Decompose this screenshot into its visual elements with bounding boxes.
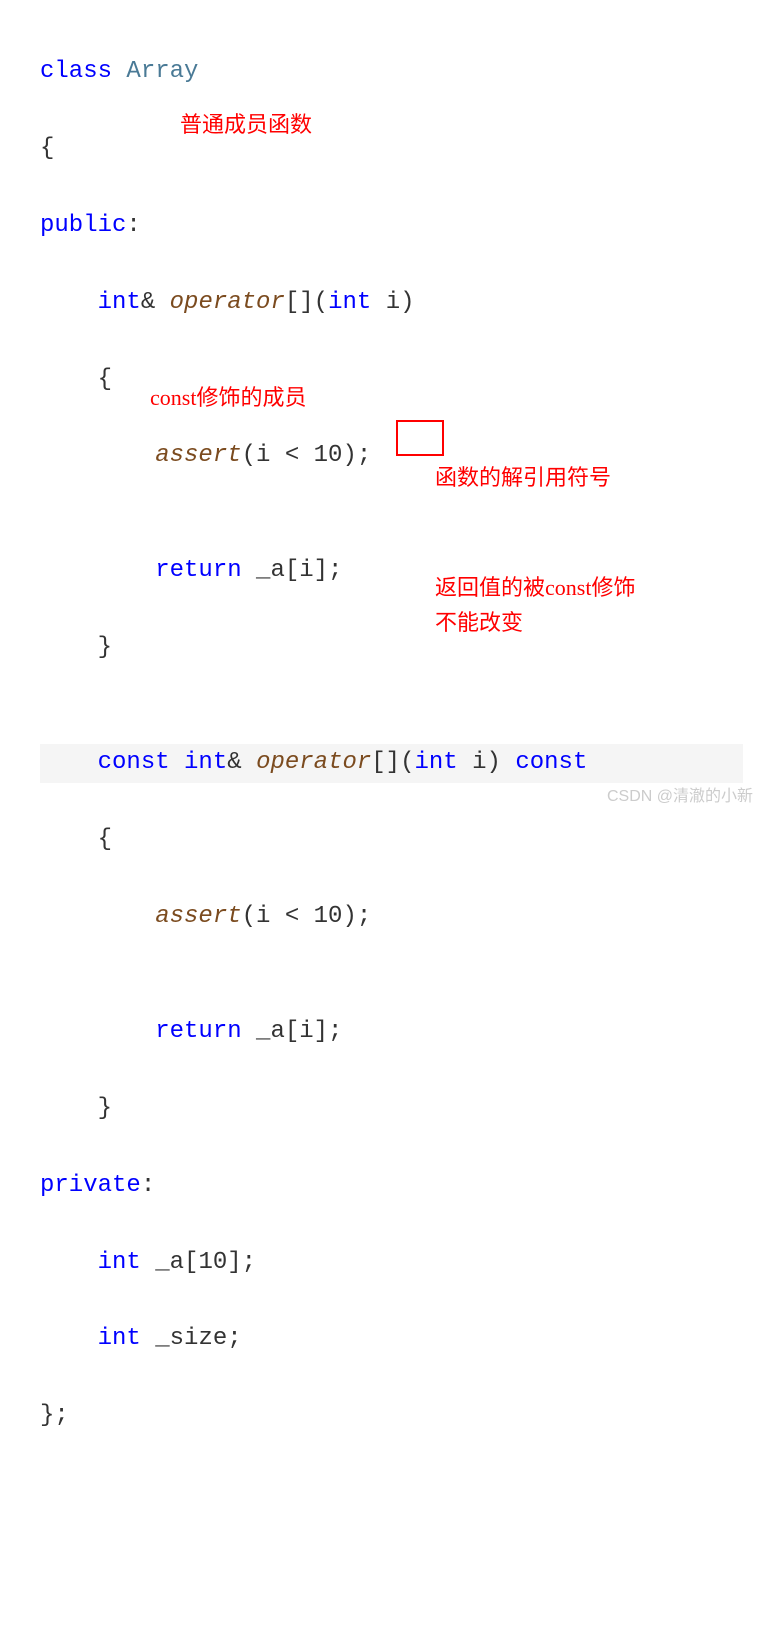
type-int: int [98, 1325, 141, 1352]
code-line-3: public: [40, 207, 743, 245]
code-line-12: { [40, 821, 743, 859]
code-line-8: return _a[i]; [40, 552, 743, 590]
code-line-2: { [40, 130, 743, 168]
code-line-17: private: [40, 1167, 743, 1205]
type-int: int [328, 289, 371, 316]
code-line-18: int _a[10]; [40, 1244, 743, 1282]
code-line-5: { [40, 361, 743, 399]
code-line-20: }; [40, 1397, 743, 1435]
keyword-return: return [155, 1018, 241, 1045]
code-line-15: return _a[i]; [40, 1013, 743, 1051]
code-line-1: class Array [40, 53, 743, 91]
code-line-6: assert(i < 10); [40, 437, 743, 475]
code-line-9: } [40, 629, 743, 667]
keyword-class: class [40, 58, 112, 85]
code-line-11: const int& operator[](int i) const [40, 744, 743, 782]
code-block: class Array { public: int& operator[](in… [40, 15, 743, 1640]
func-assert: assert [155, 442, 241, 469]
type-int: int [184, 749, 227, 776]
keyword-const: const [98, 749, 184, 776]
annotation-return-const: 返回值的被const修饰 [435, 570, 635, 605]
code-line-19: int _size; [40, 1320, 743, 1358]
annotation-deref-symbol: 函数的解引用符号 [435, 460, 611, 495]
func-assert: assert [155, 903, 241, 930]
keyword-const: const [515, 749, 587, 776]
annotation-normal-member: 普通成员函数 [180, 107, 312, 142]
annotation-return-const-2: 不能改变 [435, 605, 523, 640]
type-int: int [415, 749, 458, 776]
keyword-operator: operator [170, 289, 285, 316]
type-int: int [98, 289, 141, 316]
code-line-13: assert(i < 10); [40, 898, 743, 936]
annotation-const-member: const修饰的成员 [150, 380, 306, 415]
type-int: int [98, 1249, 141, 1276]
keyword-private: private [40, 1172, 141, 1199]
keyword-public: public [40, 212, 126, 239]
keyword-return: return [155, 557, 241, 584]
watermark: CSDN @清澈的小新 [607, 784, 753, 810]
code-line-16: } [40, 1090, 743, 1128]
class-name: Array [112, 58, 198, 85]
keyword-operator: operator [256, 749, 371, 776]
code-line-4: int& operator[](int i) [40, 284, 743, 322]
